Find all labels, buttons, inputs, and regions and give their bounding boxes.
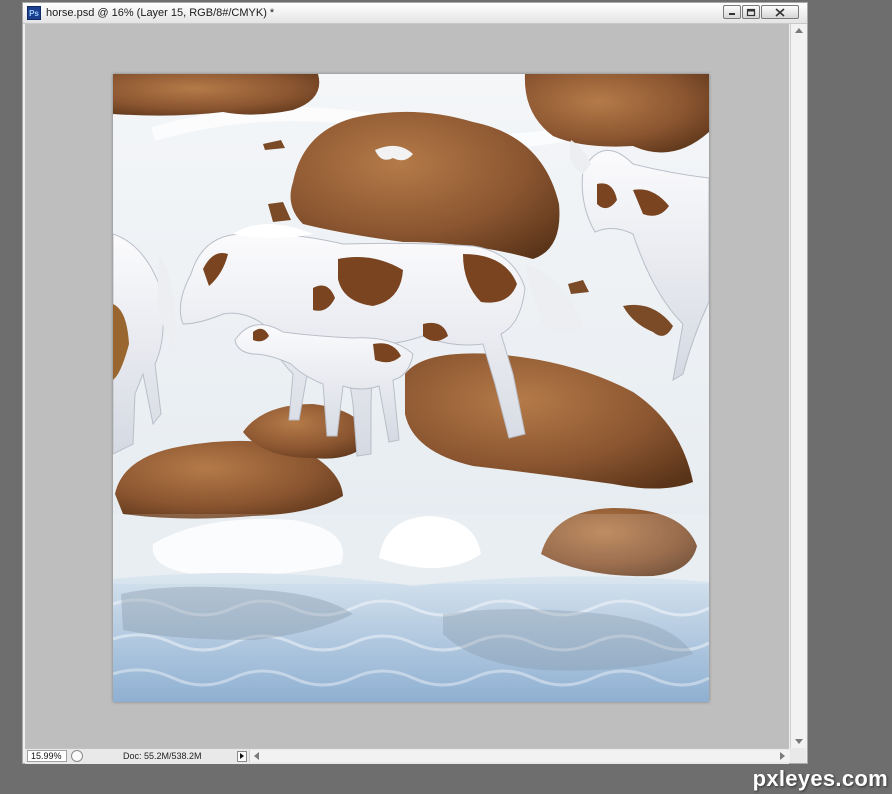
scroll-up-icon[interactable]: [795, 28, 803, 33]
close-button[interactable]: [761, 5, 799, 19]
watermark-text: pxleyes.com: [752, 766, 888, 791]
artwork-canvas[interactable]: [113, 74, 709, 702]
rock-top-left: [113, 74, 320, 116]
doc-size-info: Doc: 55.2M/538.2M: [123, 751, 202, 761]
title-bar[interactable]: Ps horse.psd @ 16% (Layer 15, RGB/8#/CMY…: [23, 3, 807, 24]
restore-icon: [746, 8, 756, 16]
horizontal-scrollbar[interactable]: [249, 750, 789, 762]
status-menu-button[interactable]: [237, 751, 247, 762]
scrollbar-corner: [790, 748, 806, 763]
document-title: horse.psd @ 16% (Layer 15, RGB/8#/CMYK) …: [46, 7, 275, 19]
vertical-scrollbar[interactable]: [790, 24, 806, 748]
status-clock-icon[interactable]: [71, 750, 83, 762]
status-bar: 15.99% Doc: 55.2M/538.2M: [25, 748, 789, 764]
minimize-icon: [729, 13, 735, 15]
photoshop-icon: Ps: [27, 6, 41, 20]
scroll-right-icon[interactable]: [780, 752, 785, 760]
document-window: Ps horse.psd @ 16% (Layer 15, RGB/8#/CMY…: [22, 2, 808, 764]
ice-glow: [113, 514, 709, 584]
scroll-left-icon[interactable]: [254, 752, 259, 760]
close-icon: [775, 7, 785, 17]
restore-button[interactable]: [742, 5, 760, 19]
canvas-area[interactable]: [25, 24, 789, 748]
zoom-level-field[interactable]: 15.99%: [27, 750, 67, 762]
minimize-button[interactable]: [723, 5, 741, 19]
scroll-down-icon[interactable]: [795, 739, 803, 744]
